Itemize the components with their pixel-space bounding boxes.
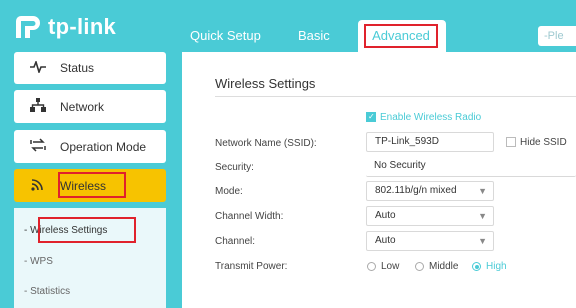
swap-icon [28, 137, 48, 156]
transmit-power-label: Transmit Power: [215, 261, 288, 272]
tab-advanced[interactable]: Advanced [364, 24, 438, 48]
sidebar-item-operation-mode[interactable]: Operation Mode [14, 130, 166, 163]
enable-wireless-radio-label: Enable Wireless Radio [380, 112, 482, 123]
sidebar-item-label: Operation Mode [60, 139, 147, 154]
channel-select[interactable]: Auto ▼ [366, 231, 494, 251]
page-title: Wireless Settings [215, 76, 316, 91]
top-header: tp-link Quick Setup Basic Advanced -Ple [0, 0, 576, 54]
tp-link-logo-icon [16, 16, 40, 38]
sidebar-item-wireless[interactable]: Wireless [14, 169, 166, 202]
annotation-box-wireless [58, 172, 126, 198]
tp-link-logo: tp-link [12, 10, 116, 44]
power-high-label: High [486, 261, 507, 272]
sidebar: Status Network Operation Mode Wireless -… [0, 52, 182, 308]
sidebar-item-label: Network [60, 99, 105, 114]
security-label: Security: [215, 162, 254, 173]
chevron-down-icon: ▼ [478, 236, 487, 246]
logo-text: tp-link [48, 14, 117, 39]
channel-width-label: Channel Width: [215, 211, 284, 222]
channel-select-value: Auto [375, 235, 396, 246]
ssid-label: Network Name (SSID): [215, 138, 317, 149]
power-middle-label: Middle [429, 261, 459, 272]
submenu-item-statistics[interactable]: - Statistics [24, 286, 70, 297]
chevron-down-icon: ▼ [478, 211, 487, 221]
title-divider [215, 96, 576, 97]
channel-label: Channel: [215, 236, 256, 247]
wifi-icon [28, 177, 48, 195]
sidebar-item-network[interactable]: Network [14, 90, 166, 123]
hide-ssid-checkbox[interactable] [506, 137, 516, 147]
power-low-radio[interactable] [367, 262, 376, 271]
tab-advanced-container[interactable]: Advanced [358, 20, 446, 54]
network-icon [28, 97, 48, 116]
search-input[interactable]: -Ple [538, 26, 576, 46]
mode-select[interactable]: 802.11b/g/n mixed ▼ [366, 181, 494, 201]
security-value: No Security [366, 157, 576, 177]
annotation-box-wireless-settings [38, 217, 136, 243]
channel-width-select-value: Auto [375, 210, 396, 221]
hide-ssid-label: Hide SSID [520, 137, 567, 148]
tab-basic[interactable]: Basic [298, 28, 330, 43]
submenu-item-wps[interactable]: - WPS [24, 256, 53, 267]
power-high-radio[interactable] [472, 262, 481, 271]
tab-quick-setup[interactable]: Quick Setup [190, 28, 261, 43]
enable-wireless-radio-checkbox[interactable] [366, 112, 376, 122]
mode-label: Mode: [215, 186, 243, 197]
ssid-input[interactable]: TP-Link_593D [366, 132, 494, 152]
sidebar-item-label: Status [60, 61, 95, 75]
pulse-icon [28, 59, 48, 77]
channel-width-select[interactable]: Auto ▼ [366, 206, 494, 226]
power-low-label: Low [381, 261, 400, 272]
power-middle-radio[interactable] [415, 262, 424, 271]
chevron-down-icon: ▼ [478, 186, 487, 196]
sidebar-item-status[interactable]: Status [14, 52, 166, 84]
mode-select-value: 802.11b/g/n mixed [375, 185, 457, 196]
